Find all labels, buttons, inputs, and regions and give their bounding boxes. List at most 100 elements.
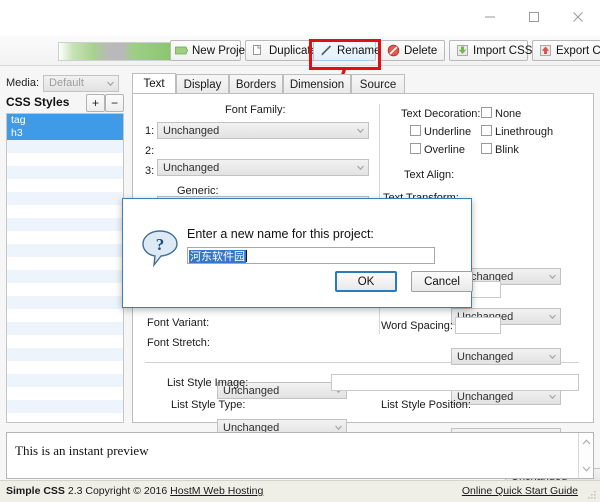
add-style-label: + xyxy=(91,96,99,110)
export-icon xyxy=(539,44,552,57)
dialog-message: Enter a new name for this project: xyxy=(187,227,374,241)
duplicate-button[interactable]: Duplicate xyxy=(245,40,322,61)
export-css-label: Export CSS xyxy=(556,44,600,57)
list-item[interactable] xyxy=(7,205,123,218)
list-item[interactable] xyxy=(7,348,123,361)
remove-style-button[interactable]: − xyxy=(105,94,124,112)
media-select[interactable]: Default xyxy=(43,74,120,92)
list-item[interactable] xyxy=(7,387,123,400)
list-item[interactable] xyxy=(7,153,123,166)
duplicate-icon xyxy=(252,44,265,57)
list-item[interactable] xyxy=(7,296,123,309)
chevron-down-icon xyxy=(107,81,114,86)
list-item[interactable] xyxy=(7,374,123,387)
list-item[interactable] xyxy=(7,179,123,192)
question-icon: ? xyxy=(142,230,178,267)
project-name-value: 河东软件园 xyxy=(189,250,246,263)
new-project-button[interactable]: New Project xyxy=(170,40,254,61)
export-css-button[interactable]: Export CSS xyxy=(532,40,600,61)
window-controls xyxy=(468,0,600,34)
font-family-2-value: Unchanged xyxy=(163,161,220,174)
status-version-text: 2.3 Copyright © 2016 xyxy=(67,485,171,497)
font-family-title: Font Family: xyxy=(225,104,286,116)
list-item[interactable] xyxy=(7,244,123,257)
list-item[interactable] xyxy=(7,283,123,296)
list-item[interactable] xyxy=(7,361,123,374)
quick-start-guide-link[interactable]: Online Quick Start Guide xyxy=(462,485,578,497)
tab-dimension[interactable]: Dimension xyxy=(283,74,351,94)
preview-scrollbar[interactable] xyxy=(578,433,593,478)
maximize-icon[interactable] xyxy=(512,2,556,32)
css-styles-list[interactable]: tag h3 xyxy=(6,113,124,423)
decoration-underline-checkbox[interactable] xyxy=(410,125,421,136)
project-progress-bar xyxy=(58,42,178,61)
list-item[interactable] xyxy=(7,257,123,270)
decoration-linethrough-checkbox[interactable] xyxy=(481,125,492,136)
tab-text[interactable]: Text xyxy=(132,73,176,94)
css-styles-header: CSS Styles + − xyxy=(6,94,124,112)
list-item[interactable] xyxy=(7,166,123,179)
text-caret xyxy=(246,250,247,262)
list-item[interactable] xyxy=(7,192,123,205)
chevron-down-icon xyxy=(549,274,556,280)
text-decoration-label: Text Decoration: xyxy=(401,108,481,120)
import-icon xyxy=(456,44,469,57)
rename-button[interactable]: Rename xyxy=(313,40,380,61)
list-item[interactable] xyxy=(7,400,123,413)
delete-button[interactable]: Delete xyxy=(380,40,445,61)
status-bar: Simple CSS 2.3 Copyright © 2016 HostM We… xyxy=(0,480,600,502)
decoration-blink-checkbox[interactable] xyxy=(481,143,492,154)
project-name-input[interactable]: 河东软件园 xyxy=(187,247,435,264)
chevron-down-icon xyxy=(549,354,556,360)
font-variant-label: Font Variant: xyxy=(147,317,210,329)
rename-project-dialog: ? Enter a new name for this project: 河东软… xyxy=(122,198,473,308)
list-item[interactable] xyxy=(7,140,123,153)
hidden-select-1[interactable]: Unchanged xyxy=(451,348,561,365)
quick-start-guide[interactable]: Online Quick Start Guide xyxy=(462,485,578,497)
word-spacing-input[interactable] xyxy=(455,317,501,334)
decoration-none-label: None xyxy=(495,108,522,120)
font-family-1-value: Unchanged xyxy=(163,124,220,137)
chevron-down-icon xyxy=(357,165,364,171)
generic-label: Generic: xyxy=(177,185,219,197)
chevron-down-icon xyxy=(549,314,556,320)
status-copyright: Simple CSS 2.3 Copyright © 2016 HostM We… xyxy=(6,485,263,497)
font-family-2-select[interactable]: Unchanged xyxy=(157,159,369,176)
cancel-button[interactable]: Cancel xyxy=(411,271,473,292)
font-family-1-select[interactable]: Unchanged xyxy=(157,122,369,139)
import-css-button[interactable]: Import CSS xyxy=(449,40,532,61)
decoration-linethrough-label: Linethrough xyxy=(495,126,554,138)
list-style-image-url-input[interactable] xyxy=(331,374,579,391)
hostm-link[interactable]: HostM Web Hosting xyxy=(170,485,263,497)
tab-display[interactable]: Display xyxy=(176,74,229,94)
property-tabs: Text Display Borders Dimension Source xyxy=(132,73,594,94)
list-item[interactable] xyxy=(7,322,123,335)
list-item[interactable] xyxy=(7,231,123,244)
ok-button[interactable]: OK xyxy=(335,271,397,292)
list-item[interactable] xyxy=(7,218,123,231)
list-item[interactable] xyxy=(7,270,123,283)
list-item[interactable] xyxy=(7,335,123,348)
list-item[interactable] xyxy=(7,309,123,322)
tab-source-label: Source xyxy=(359,78,397,91)
media-row: Media: Default xyxy=(6,74,124,92)
add-style-button[interactable]: + xyxy=(86,94,105,112)
tab-borders-label: Borders xyxy=(235,78,277,91)
css-styles-title: CSS Styles xyxy=(6,95,70,109)
word-spacing-label: Word Spacing: xyxy=(381,320,453,332)
list-item[interactable]: tag xyxy=(7,114,123,127)
tab-dimension-label: Dimension xyxy=(289,78,345,91)
decoration-overline-checkbox[interactable] xyxy=(410,143,421,154)
scroll-up-icon[interactable] xyxy=(581,437,592,448)
close-icon[interactable] xyxy=(556,2,600,32)
minimize-icon[interactable] xyxy=(468,2,512,32)
list-item[interactable]: h3 xyxy=(7,127,123,140)
text-align-label: Text Align: xyxy=(404,169,455,181)
title-bar xyxy=(0,0,600,37)
scroll-down-icon[interactable] xyxy=(581,463,592,474)
tab-borders[interactable]: Borders xyxy=(229,74,283,94)
resize-grip-icon[interactable] xyxy=(585,488,597,500)
decoration-none-checkbox[interactable] xyxy=(481,107,492,118)
tab-source[interactable]: Source xyxy=(351,74,405,94)
media-label: Media: xyxy=(6,77,40,89)
